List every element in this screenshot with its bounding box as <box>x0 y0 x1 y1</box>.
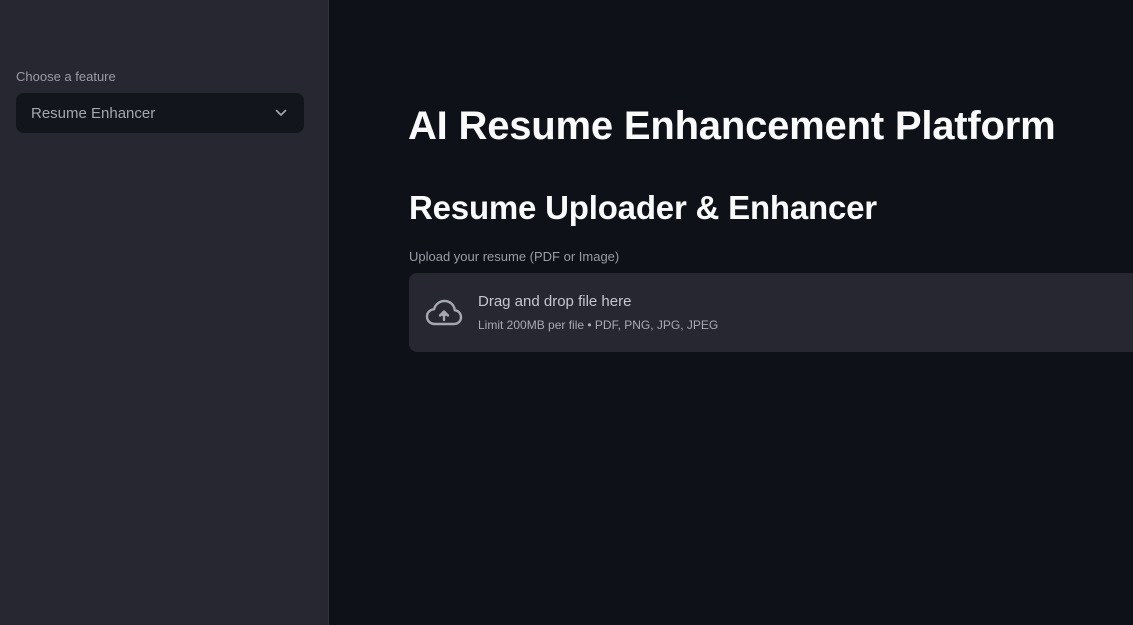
dropzone-limit: Limit 200MB per file • PDF, PNG, JPG, JP… <box>478 318 719 332</box>
cloud-upload-icon <box>425 294 463 332</box>
page-title: AI Resume Enhancement Platform <box>408 104 1056 148</box>
chevron-down-icon <box>274 106 288 120</box>
file-dropzone[interactable]: Drag and drop file here Limit 200MB per … <box>409 273 1133 352</box>
feature-select[interactable]: Resume Enhancer <box>16 93 304 133</box>
sidebar: Choose a feature Resume Enhancer <box>0 0 329 625</box>
main-content: AI Resume Enhancement Platform Resume Up… <box>329 0 1133 625</box>
app-root: Choose a feature Resume Enhancer AI Resu… <box>0 0 1133 625</box>
feature-select-label: Choose a feature <box>16 69 116 84</box>
feature-select-value: Resume Enhancer <box>31 104 156 122</box>
upload-label: Upload your resume (PDF or Image) <box>409 249 620 264</box>
dropzone-instruction: Drag and drop file here <box>478 293 632 310</box>
dropzone-texts: Drag and drop file here Limit 200MB per … <box>478 293 718 332</box>
section-title: Resume Uploader & Enhancer <box>409 189 877 226</box>
